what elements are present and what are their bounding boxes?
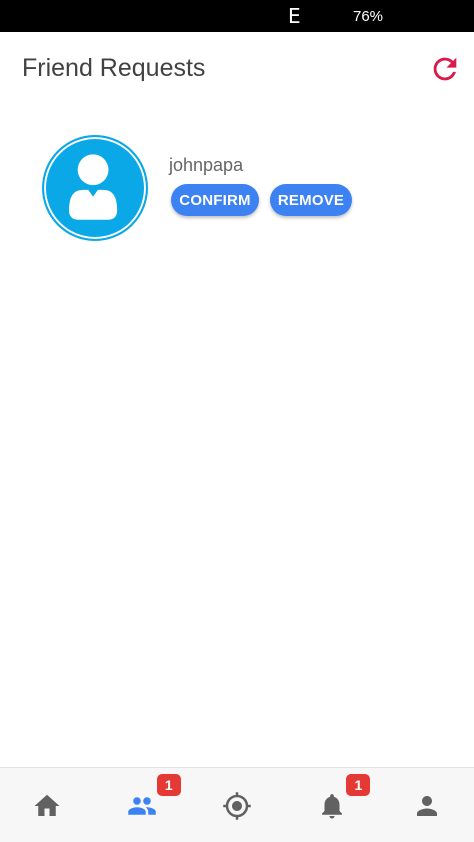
default-user-avatar-icon — [69, 154, 118, 220]
refresh-icon — [433, 57, 457, 81]
nav-location[interactable] — [190, 768, 285, 842]
nav-profile[interactable] — [379, 768, 474, 842]
refresh-button[interactable] — [428, 52, 462, 86]
nav-friends[interactable]: 1 — [95, 768, 190, 842]
page-title: Friend Requests — [22, 54, 206, 82]
nav-home[interactable] — [0, 768, 95, 842]
network-type-indicator: E — [288, 4, 301, 28]
friend-requests-badge: 1 — [156, 774, 181, 796]
people-icon — [128, 796, 156, 815]
request-username: johnpapa — [169, 155, 244, 175]
bottom-navigation: 1 1 — [0, 767, 474, 842]
app-header: Friend Requests — [0, 32, 474, 104]
friend-request-item: johnpapa CONFIRM REMOVE — [0, 120, 474, 260]
status-bar: E 76% — [0, 0, 474, 32]
bell-icon — [321, 793, 342, 818]
avatar[interactable] — [42, 135, 148, 241]
battery-level: 76% — [353, 8, 384, 25]
gps-target-icon — [223, 791, 251, 820]
remove-button[interactable]: REMOVE — [270, 184, 352, 216]
notifications-badge: 1 — [346, 774, 371, 796]
confirm-button[interactable]: CONFIRM — [171, 184, 259, 216]
person-icon — [416, 795, 437, 816]
nav-notifications[interactable]: 1 — [284, 768, 379, 842]
home-icon — [34, 794, 60, 816]
